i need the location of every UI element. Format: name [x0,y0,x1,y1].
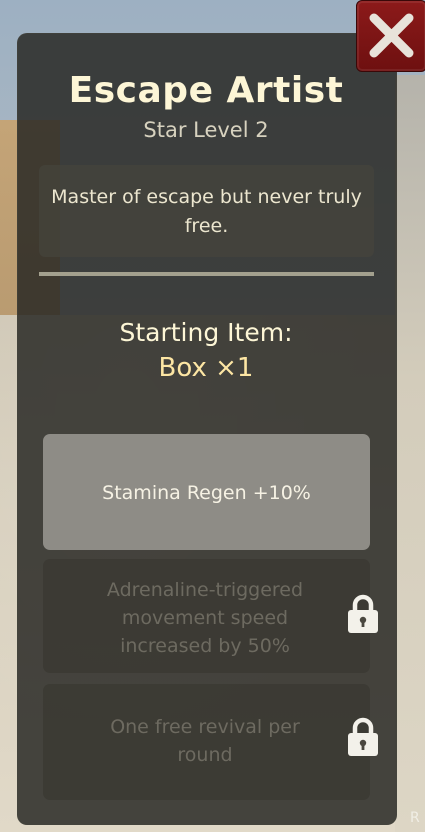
padlock-icon [348,717,378,756]
star-level: Star Level 2 [143,118,269,142]
perk-1-text: Stamina Regen +10% [102,482,311,504]
divider [39,272,374,276]
perk-3-text: One free revival per round [110,716,300,766]
close-button[interactable] [356,0,425,72]
background-edge [395,75,425,832]
character-description: Master of escape but never truly free. [51,186,362,237]
character-name: Escape Artist [68,70,344,111]
offscreen-label-fragment: R [410,810,420,826]
starting-item-value: Box ×1 [158,353,254,383]
starting-item-label: Starting Item: [119,318,293,347]
close-icon [369,13,414,58]
padlock-icon [348,594,378,633]
perk-2-text: Adrenaline-triggered movement speed incr… [106,579,304,657]
